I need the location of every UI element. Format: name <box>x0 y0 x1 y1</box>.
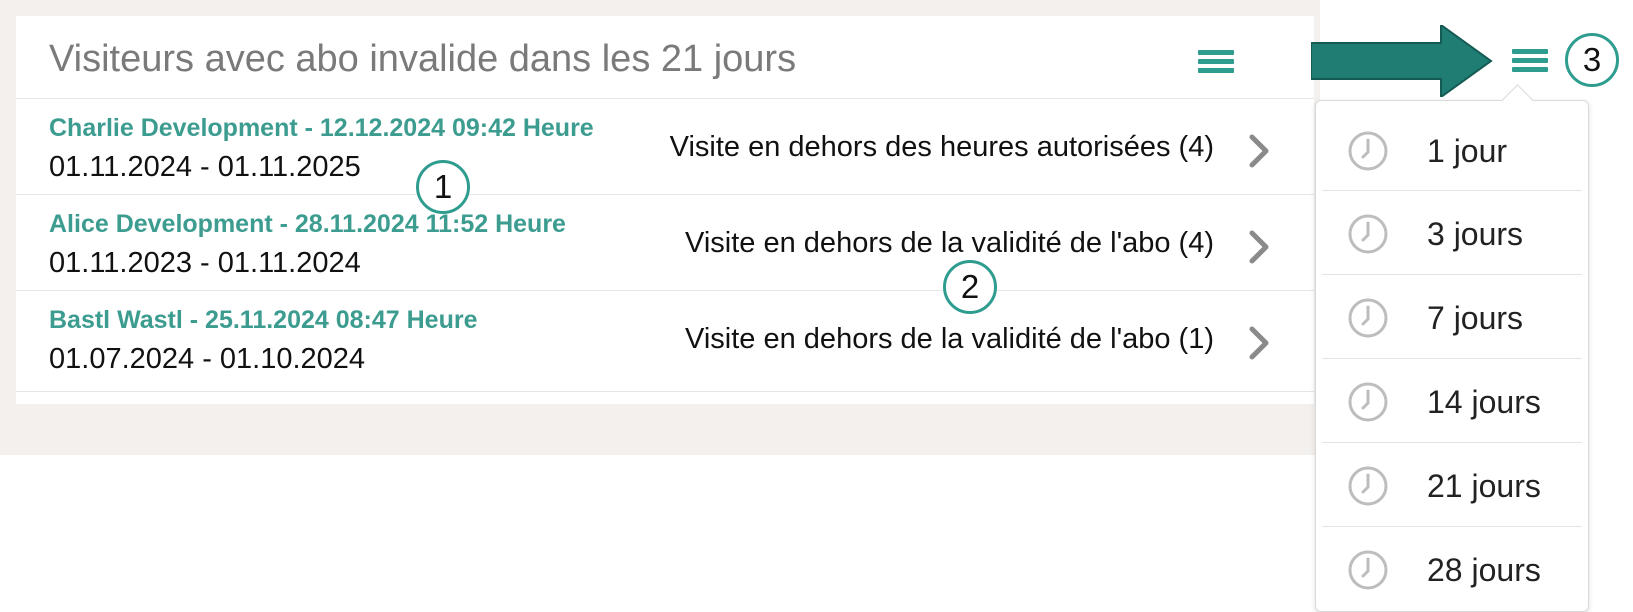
widget-title: Visiteurs avec abo invalide dans les 21 … <box>49 38 797 80</box>
menu-item-21-jours[interactable]: 21 jours <box>1316 442 1588 526</box>
invalid-subscription-widget: Visiteurs avec abo invalide dans les 21 … <box>16 16 1314 404</box>
callout-badge-1: 1 <box>416 160 470 214</box>
clock-icon <box>1348 298 1388 338</box>
visitor-name: Bastl Wastl - 25.11.2024 08:47 Heure <box>49 306 478 334</box>
menu-item-14-jours[interactable]: 14 jours <box>1316 358 1588 442</box>
menu-item-28-jours[interactable]: 28 jours <box>1316 526 1588 610</box>
callout-badge-3: 3 <box>1565 33 1619 87</box>
table-row[interactable]: Bastl Wastl - 25.11.2024 08:47 Heure 01.… <box>16 290 1314 392</box>
menu-item-3-jours[interactable]: 3 jours <box>1316 190 1588 274</box>
menu-item-label: 7 jours <box>1427 300 1524 336</box>
period-menu-icon[interactable] <box>1512 45 1548 75</box>
menu-item-label: 28 jours <box>1427 552 1541 588</box>
clock-icon <box>1348 131 1388 171</box>
menu-item-label: 14 jours <box>1427 384 1541 420</box>
chevron-right-icon[interactable] <box>1238 129 1278 173</box>
callout-badge-2: 2 <box>943 260 997 314</box>
menu-item-label: 1 jour <box>1427 133 1508 169</box>
menu-item-label: 3 jours <box>1427 216 1524 252</box>
chevron-right-icon[interactable] <box>1238 225 1278 269</box>
clock-icon <box>1348 214 1388 254</box>
menu-item-7-jours[interactable]: 7 jours <box>1316 274 1588 358</box>
period-dropdown-menu: 1 jour 3 jours 7 jours 14 jours 21 jours <box>1315 84 1589 612</box>
subscription-dates: 01.11.2023 - 01.11.2024 <box>49 247 361 279</box>
pointer-arrow-icon <box>1311 25 1493 97</box>
subscription-dates: 01.07.2024 - 01.10.2024 <box>49 343 366 375</box>
widget-menu-icon[interactable] <box>1198 46 1234 76</box>
chevron-right-icon[interactable] <box>1238 321 1278 365</box>
clock-icon <box>1348 466 1388 506</box>
visitor-name: Alice Development - 28.11.2024 11:52 Heu… <box>49 210 566 238</box>
violation-reason: Visite en dehors des heures autorisées (… <box>669 131 1214 163</box>
table-row[interactable]: Alice Development - 28.11.2024 11:52 Heu… <box>16 194 1314 295</box>
violation-reason: Visite en dehors de la validité de l'abo… <box>685 323 1214 355</box>
violation-reason: Visite en dehors de la validité de l'abo… <box>685 227 1214 259</box>
menu-item-label: 21 jours <box>1427 468 1541 504</box>
clock-icon <box>1348 550 1388 590</box>
table-row[interactable]: Charlie Development - 12.12.2024 09:42 H… <box>16 98 1314 199</box>
menu-item-1-jour[interactable]: 1 jour <box>1316 107 1588 191</box>
clock-icon <box>1348 382 1388 422</box>
visitor-name: Charlie Development - 12.12.2024 09:42 H… <box>49 114 594 142</box>
subscription-dates: 01.11.2024 - 01.11.2025 <box>49 151 361 183</box>
